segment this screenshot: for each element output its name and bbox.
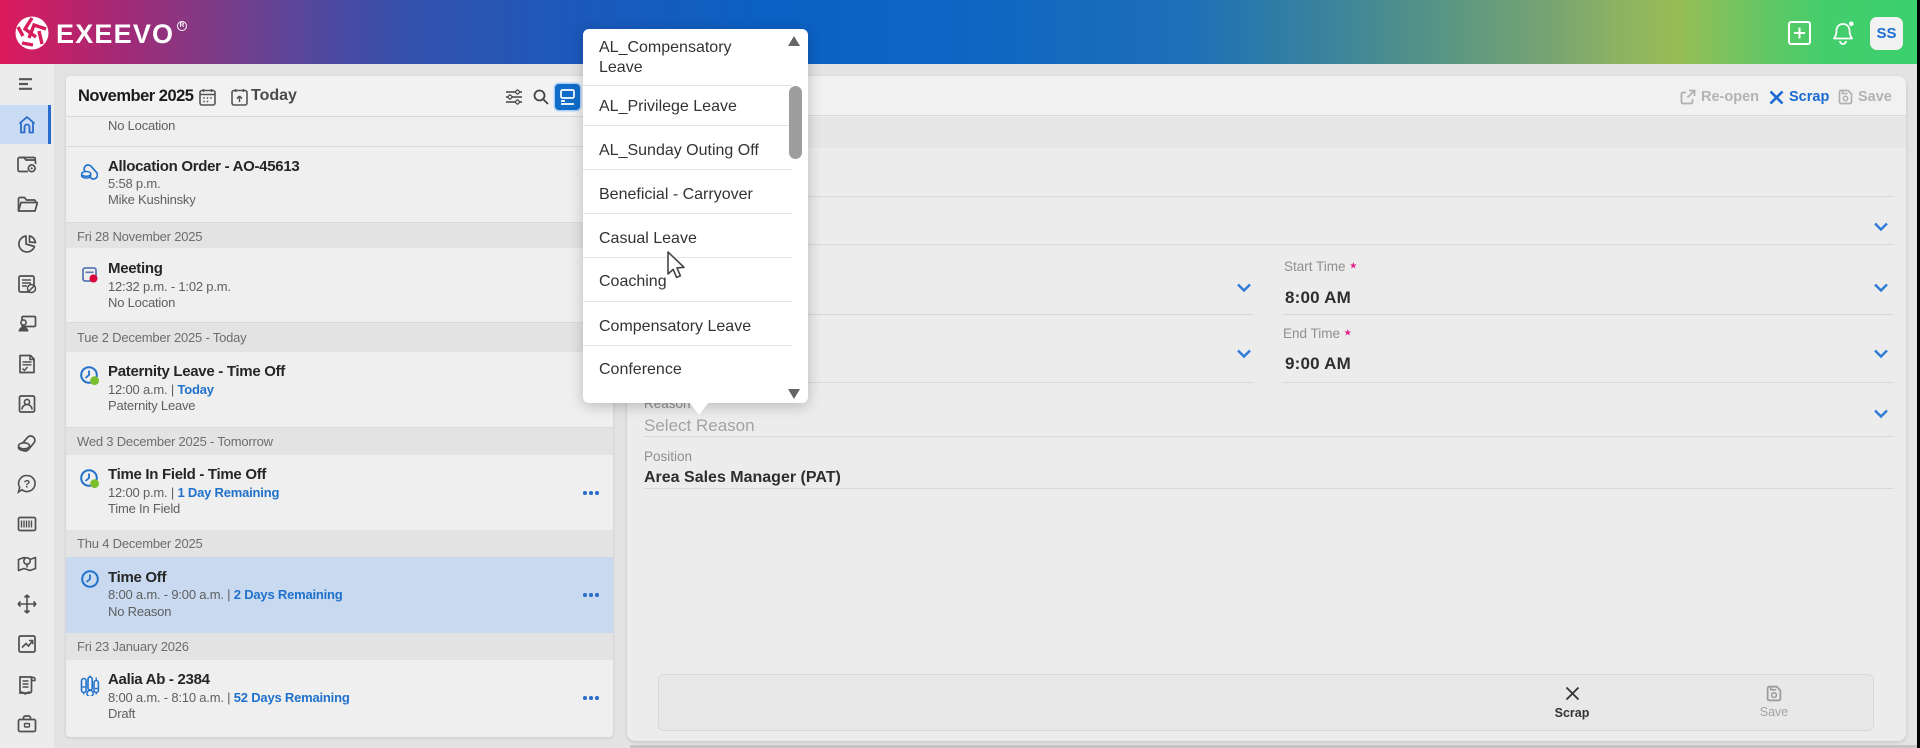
svg-text:?: ? bbox=[24, 479, 31, 491]
